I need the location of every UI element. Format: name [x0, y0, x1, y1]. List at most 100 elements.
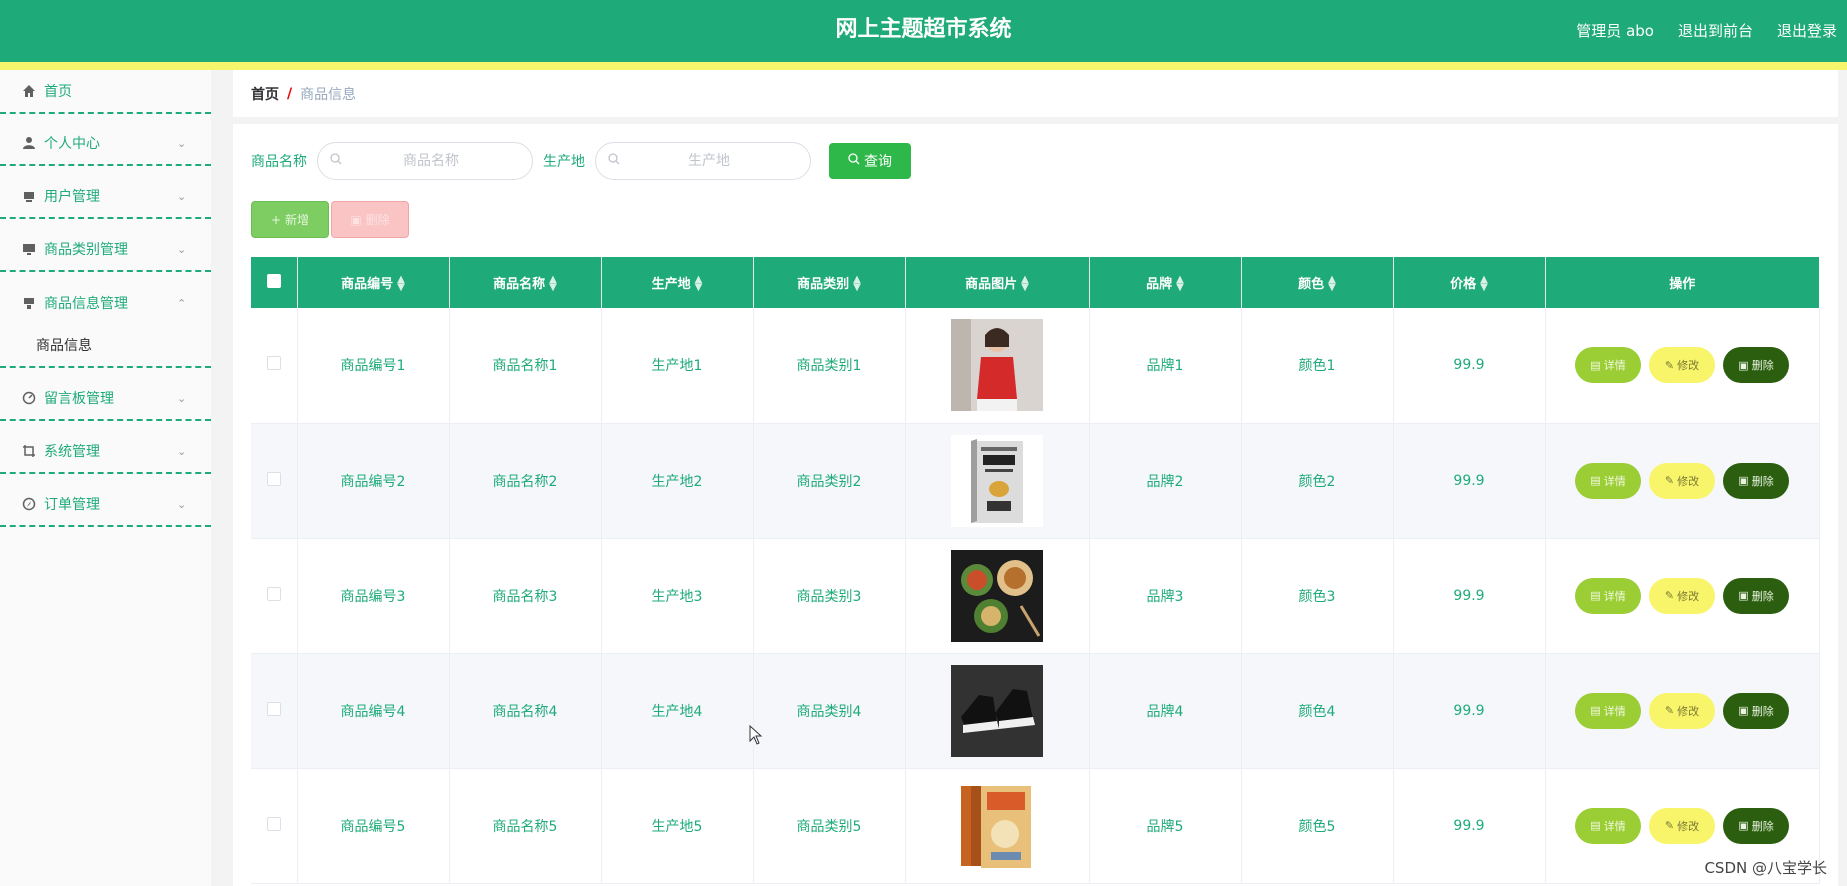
batch-delete-button[interactable]: ▣ 删除	[331, 201, 409, 238]
chevron-down-icon: ⌄	[177, 136, 187, 150]
origin-search-box[interactable]	[595, 142, 811, 180]
breadcrumb: 首页 / 商品信息	[233, 70, 1838, 117]
origin-input[interactable]	[620, 153, 798, 169]
sidebar-item-home[interactable]: 首页	[0, 70, 211, 114]
cell-code: 商品编号4	[297, 653, 450, 769]
edit-button[interactable]: ✎ 修改	[1649, 577, 1715, 614]
select-all-checkbox[interactable]	[266, 273, 281, 288]
delete-button[interactable]: ▣ 删除	[1723, 462, 1789, 499]
delete-button[interactable]: ▣ 删除	[1723, 347, 1789, 384]
cell-price: 99.9	[1393, 653, 1546, 769]
document-icon: ▤	[1590, 589, 1601, 602]
submenu-item-goods-info[interactable]: 商品信息	[0, 324, 211, 368]
cell-operations: ▤ 详情 ✎ 修改 ▣ 删除	[1545, 308, 1820, 424]
food-bowls-photo	[951, 549, 1043, 642]
column-header[interactable]: 商品图片 ▲ ▼	[905, 257, 1090, 308]
book-photo	[951, 434, 1043, 527]
goods-name-label: 商品名称	[251, 154, 307, 170]
row-checkbox[interactable]	[266, 586, 281, 601]
pencil-icon: ✎	[1664, 358, 1675, 372]
edit-button[interactable]: ✎ 修改	[1649, 807, 1715, 844]
row-checkbox[interactable]	[266, 471, 281, 486]
app-title: 网上主题超市系统	[835, 17, 1012, 42]
cell-category: 商品类别2	[753, 423, 906, 539]
goods-name-search-box[interactable]	[317, 142, 533, 180]
sort-icon[interactable]: ▲ ▼	[397, 275, 405, 293]
breadcrumb-home[interactable]: 首页	[251, 84, 279, 104]
column-header[interactable]: 商品编号 ▲ ▼	[297, 257, 450, 308]
row-select-cell	[251, 308, 298, 424]
cell-color: 颜色5	[1241, 768, 1394, 884]
column-header[interactable]: 生产地 ▲ ▼	[601, 257, 754, 308]
sort-icon[interactable]: ▲ ▼	[1328, 275, 1336, 293]
cell-price: 99.9	[1393, 768, 1546, 884]
idiom-books-photo	[951, 779, 1043, 872]
cell-image	[905, 423, 1090, 539]
column-header[interactable]: 品牌 ▲ ▼	[1089, 257, 1242, 308]
pencil-icon: ✎	[1664, 819, 1675, 832]
trash-icon: ▣	[1738, 589, 1749, 602]
column-header[interactable]: 商品名称 ▲ ▼	[449, 257, 602, 308]
sort-icon[interactable]: ▲ ▼	[695, 275, 703, 293]
sort-icon[interactable]: ▲ ▼	[1480, 275, 1488, 293]
cell-operations: ▤ 详情 ✎ 修改 ▣ 删除	[1545, 538, 1820, 654]
sidebar-item-system[interactable]: 系统管理 ⌄	[0, 430, 211, 474]
row-checkbox[interactable]	[266, 816, 281, 831]
sort-icon[interactable]: ▲ ▼	[1021, 275, 1029, 293]
mouse-cursor-icon	[749, 725, 763, 745]
sidebar-item-users[interactable]: 用户管理 ⌄	[0, 175, 211, 219]
edit-button[interactable]: ✎ 修改	[1649, 347, 1715, 384]
content-panel: 商品名称 生产地 查询 + 新增 ▣ 删除	[233, 124, 1838, 886]
cell-price: 99.9	[1393, 538, 1546, 654]
cell-code: 商品编号5	[297, 768, 450, 884]
sidebar-item-label: 用户管理	[44, 189, 100, 205]
trash-icon: ▣	[350, 212, 362, 227]
row-checkbox[interactable]	[266, 356, 281, 371]
users-icon	[20, 187, 38, 205]
edit-button[interactable]: ✎ 修改	[1649, 462, 1715, 499]
pencil-icon: ✎	[1664, 704, 1675, 717]
plus-icon: +	[270, 212, 282, 227]
row-checkbox[interactable]	[266, 701, 281, 716]
column-header[interactable]: 价格 ▲ ▼	[1393, 257, 1546, 308]
delete-button[interactable]: ▣ 删除	[1723, 692, 1789, 729]
sort-icon[interactable]: ▲ ▼	[853, 275, 861, 293]
column-header[interactable]: 颜色 ▲ ▼	[1241, 257, 1394, 308]
sidebar-item-label: 留言板管理	[44, 391, 114, 407]
delete-button[interactable]: ▣ 删除	[1723, 807, 1789, 844]
sort-icon[interactable]: ▲ ▼	[549, 275, 557, 293]
detail-button[interactable]: ▤ 详情	[1575, 807, 1641, 844]
logout-link[interactable]: 退出登录	[1777, 20, 1837, 41]
detail-button[interactable]: ▤ 详情	[1575, 692, 1641, 729]
table-row: 商品编号1 商品名称1 生产地1 商品类别1 品牌1 颜色1 99.9 ▤ 详情…	[251, 308, 1820, 424]
compass-icon	[20, 495, 38, 513]
cell-color: 颜色4	[1241, 653, 1394, 769]
detail-button[interactable]: ▤ 详情	[1575, 462, 1641, 499]
sort-icon[interactable]: ▲ ▼	[1176, 275, 1184, 293]
sidebar-item-label: 首页	[44, 84, 72, 100]
cell-code: 商品编号2	[297, 423, 450, 539]
goods-name-input[interactable]	[342, 153, 520, 169]
cell-origin: 生产地2	[601, 423, 754, 539]
crop-icon	[20, 442, 38, 460]
cell-name: 商品名称5	[449, 768, 602, 884]
cell-color: 颜色1	[1241, 308, 1394, 424]
sidebar-item-category[interactable]: 商品类别管理 ⌄	[0, 228, 211, 272]
cell-operations: ▤ 详情 ✎ 修改 ▣ 删除	[1545, 423, 1820, 539]
sidebar-item-orders[interactable]: 订单管理 ⌄	[0, 483, 211, 527]
sidebar-item-messages[interactable]: 留言板管理 ⌄	[0, 377, 211, 421]
delete-button[interactable]: ▣ 删除	[1723, 577, 1789, 614]
search-icon	[330, 153, 342, 169]
home-icon	[20, 82, 38, 100]
sidebar-item-personal[interactable]: 个人中心 ⌄	[0, 122, 211, 166]
pencil-icon: ✎	[1664, 589, 1675, 602]
cell-name: 商品名称1	[449, 308, 602, 424]
detail-button[interactable]: ▤ 详情	[1575, 577, 1641, 614]
sidebar-item-goods[interactable]: 商品信息管理 ⌃	[0, 281, 211, 325]
column-header[interactable]: 商品类别 ▲ ▼	[753, 257, 906, 308]
add-button[interactable]: + 新增	[251, 201, 329, 238]
detail-button[interactable]: ▤ 详情	[1575, 347, 1641, 384]
query-button[interactable]: 查询	[829, 143, 911, 179]
edit-button[interactable]: ✎ 修改	[1649, 692, 1715, 729]
exit-front-link[interactable]: 退出到前台	[1678, 20, 1753, 41]
